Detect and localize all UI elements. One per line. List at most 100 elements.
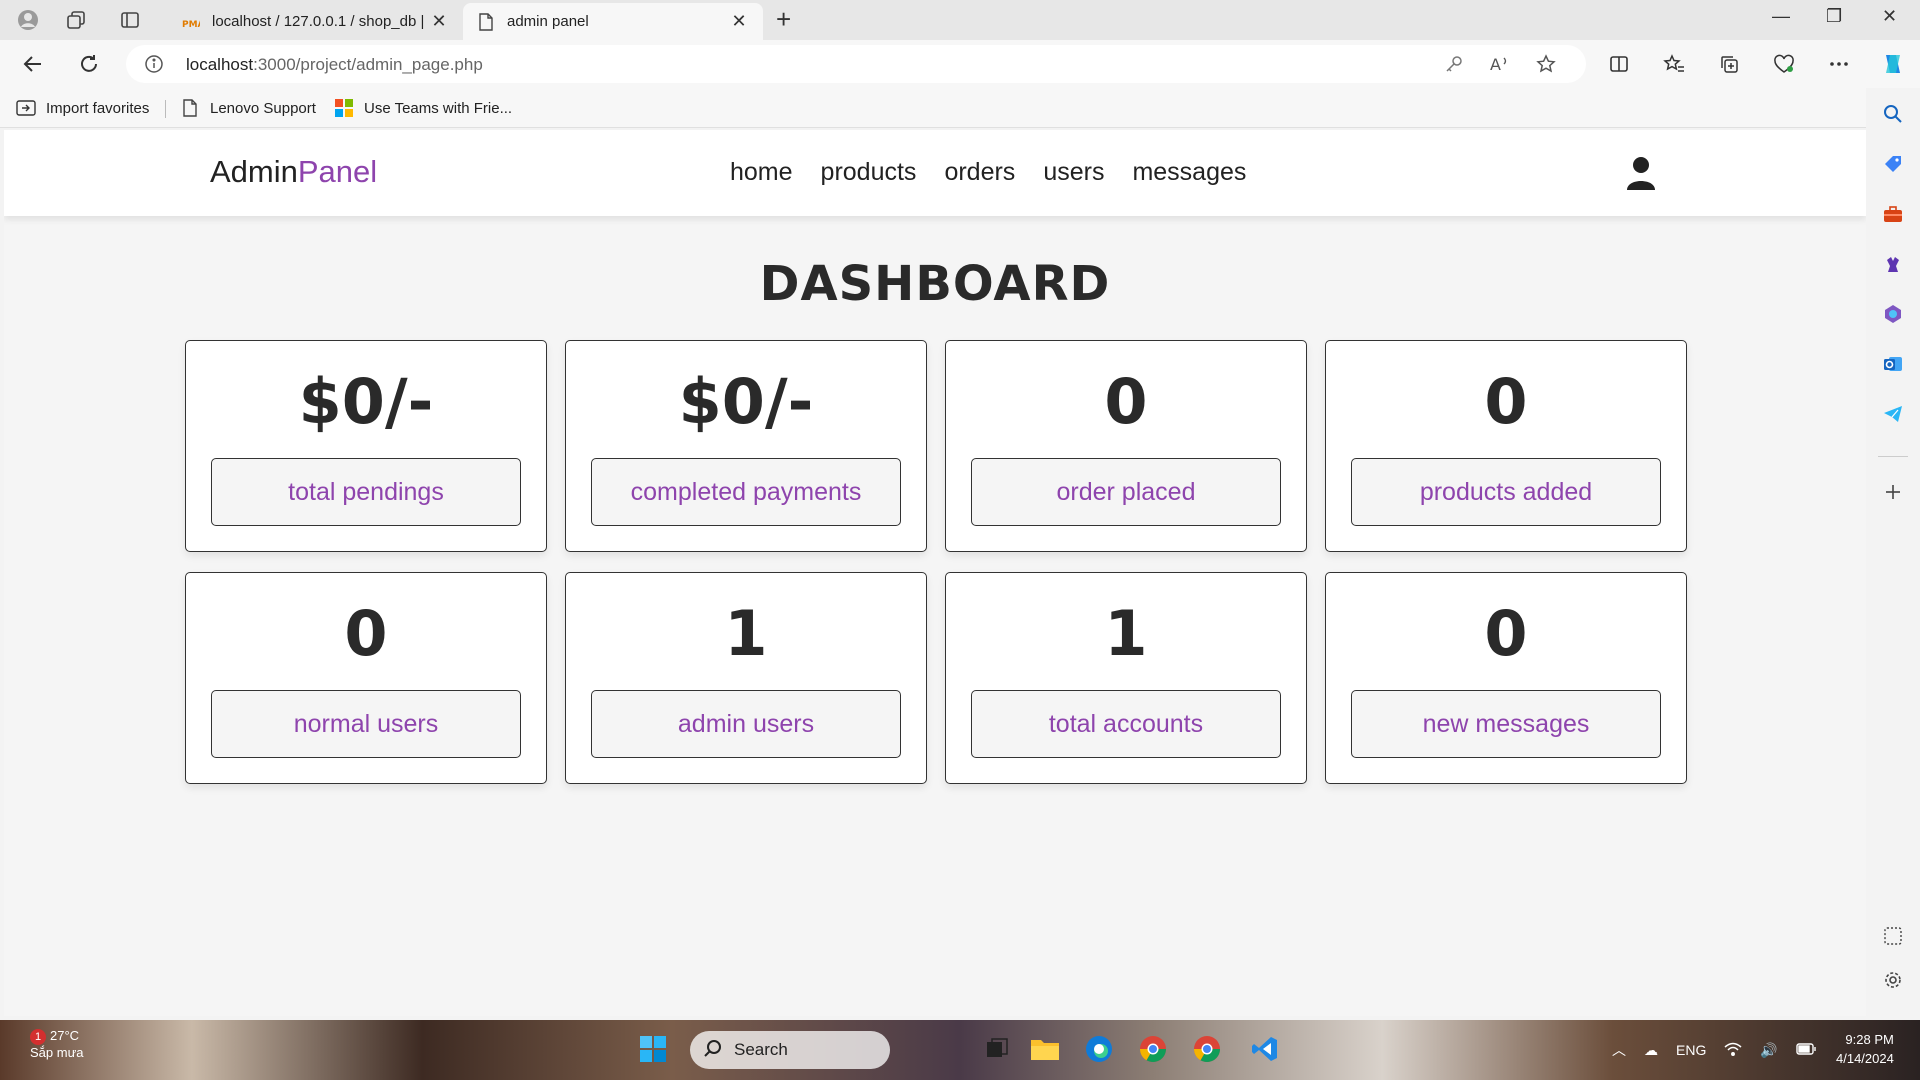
browser-essentials-icon[interactable] xyxy=(1771,51,1797,77)
browser-tab-bar: PMA localhost / 127.0.0.1 / shop_db | ✕ … xyxy=(0,0,1920,40)
nav-orders[interactable]: orders xyxy=(944,158,1015,187)
favorites-icon[interactable] xyxy=(1661,51,1687,77)
new-tab-button[interactable]: + xyxy=(776,6,791,32)
stat-label-button[interactable]: new messages xyxy=(1351,690,1661,758)
edge-browser-icon[interactable] xyxy=(1082,1032,1116,1066)
clock-time: 9:28 PM xyxy=(1845,1032,1894,1047)
edge-sidebar xyxy=(1866,88,1920,1020)
key-icon[interactable] xyxy=(1444,54,1466,76)
refresh-icon[interactable] xyxy=(76,51,102,77)
stat-value: 1 xyxy=(724,597,768,670)
page-icon xyxy=(477,12,495,31)
logo-main: Admin xyxy=(210,154,298,189)
stat-value: 0 xyxy=(344,597,388,670)
minimize-icon[interactable]: — xyxy=(1772,6,1790,27)
battery-icon[interactable] xyxy=(1796,1042,1816,1058)
games-icon[interactable] xyxy=(1881,252,1905,276)
stat-value: $0/- xyxy=(298,365,434,438)
chrome-icon[interactable] xyxy=(1136,1032,1170,1066)
stat-label-button[interactable]: total accounts xyxy=(971,690,1281,758)
url-text: localhost:3000/project/admin_page.php xyxy=(186,55,483,75)
lenovo-support-link[interactable]: Lenovo Support xyxy=(180,98,316,118)
url-field[interactable]: localhost:3000/project/admin_page.php A xyxy=(126,45,1586,83)
stat-value: 0 xyxy=(1484,597,1528,670)
stat-value: 1 xyxy=(1104,597,1148,670)
favorite-label: Use Teams with Frie... xyxy=(364,99,513,117)
page-viewport: AdminPanel home products orders users me… xyxy=(4,130,1866,1016)
stat-label-button[interactable]: total pendings xyxy=(211,458,521,526)
copilot-icon[interactable] xyxy=(1880,51,1906,77)
volume-icon[interactable]: 🔊 xyxy=(1760,1042,1777,1059)
stat-card-products-added: 0 products added xyxy=(1325,340,1687,552)
stat-label-button[interactable]: products added xyxy=(1351,458,1661,526)
stat-card-total-pendings: $0/- total pendings xyxy=(185,340,547,552)
chrome-profile-icon[interactable] xyxy=(1190,1032,1224,1066)
more-menu-icon[interactable] xyxy=(1826,51,1852,77)
page-icon xyxy=(180,98,200,118)
close-icon[interactable]: ✕ xyxy=(729,11,749,32)
stat-label-button[interactable]: admin users xyxy=(591,690,901,758)
logo[interactable]: AdminPanel xyxy=(210,154,377,190)
favorites-divider xyxy=(165,100,166,118)
windows-taskbar: 1 27°C Sắp mưa Search ︿ ☁ ENG 🔊 9:28 PM … xyxy=(0,1020,1920,1080)
task-view-icon[interactable] xyxy=(980,1032,1014,1066)
search-icon[interactable] xyxy=(1881,102,1905,126)
file-explorer-icon[interactable] xyxy=(1028,1032,1062,1066)
collections-icon[interactable] xyxy=(1716,51,1742,77)
windows-start-icon[interactable] xyxy=(636,1032,670,1066)
outlook-icon[interactable] xyxy=(1881,352,1905,376)
nav-users[interactable]: users xyxy=(1043,158,1104,187)
taskbar-clock[interactable]: 9:28 PM 4/14/2024 xyxy=(1836,1030,1894,1068)
read-aloud-icon[interactable]: A xyxy=(1490,54,1512,76)
window-close-icon[interactable]: ✕ xyxy=(1882,6,1897,27)
stat-label-button[interactable]: order placed xyxy=(971,458,1281,526)
favorite-star-icon[interactable] xyxy=(1536,54,1558,76)
taskbar-search[interactable]: Search xyxy=(690,1031,890,1069)
stat-value: 0 xyxy=(1484,365,1528,438)
sidebar-divider xyxy=(1878,456,1908,457)
stat-label-button[interactable]: normal users xyxy=(211,690,521,758)
weather-temp: 27°C xyxy=(50,1028,80,1043)
svg-text:A: A xyxy=(1490,55,1501,74)
url-host: localhost xyxy=(186,55,254,74)
url-path: :3000/project/admin_page.php xyxy=(253,55,483,74)
weather-widget[interactable]: 1 27°C Sắp mưa xyxy=(30,1028,84,1061)
favorite-label: Lenovo Support xyxy=(210,99,316,117)
shopping-tag-icon[interactable] xyxy=(1881,152,1905,176)
close-icon[interactable]: ✕ xyxy=(429,11,449,32)
copilot-side-icon[interactable] xyxy=(1881,302,1905,326)
settings-gear-icon[interactable] xyxy=(1881,968,1905,992)
user-icon[interactable] xyxy=(1626,156,1656,190)
cloud-icon[interactable]: ☁ xyxy=(1644,1042,1658,1059)
nav-home[interactable]: home xyxy=(730,158,793,187)
wifi-icon[interactable] xyxy=(1724,1042,1742,1059)
profile-icon[interactable] xyxy=(16,8,40,32)
tab-admin-panel[interactable]: admin panel ✕ xyxy=(463,3,763,40)
tab-phpmyadmin[interactable]: PMA localhost / 127.0.0.1 / shop_db | ✕ xyxy=(168,3,463,40)
stat-card-admin-users: 1 admin users xyxy=(565,572,927,784)
nav-messages[interactable]: messages xyxy=(1132,158,1246,187)
tab-actions-icon[interactable] xyxy=(118,8,142,32)
workspaces-icon[interactable] xyxy=(64,8,88,32)
screenshot-icon[interactable] xyxy=(1881,924,1905,948)
favorite-label: Import favorites xyxy=(46,99,150,117)
address-bar-row: localhost:3000/project/admin_page.php A xyxy=(0,40,1920,88)
restore-icon[interactable]: ❐ xyxy=(1826,6,1842,27)
add-icon[interactable] xyxy=(1881,480,1905,504)
language-indicator[interactable]: ENG xyxy=(1676,1042,1706,1058)
tab-title: localhost / 127.0.0.1 / shop_db | xyxy=(212,13,425,30)
site-info-icon[interactable] xyxy=(144,54,164,79)
toolbox-icon[interactable] xyxy=(1881,202,1905,226)
stat-label-button[interactable]: completed payments xyxy=(591,458,901,526)
vscode-icon[interactable] xyxy=(1248,1032,1282,1066)
telegram-icon[interactable] xyxy=(1881,402,1905,426)
clock-date: 4/14/2024 xyxy=(1836,1051,1894,1066)
stat-value: 0 xyxy=(1104,365,1148,438)
import-favorites-link[interactable]: Import favorites xyxy=(16,98,149,118)
teams-link[interactable]: Use Teams with Frie... xyxy=(334,98,512,118)
nav-products[interactable]: products xyxy=(821,158,917,187)
chevron-up-icon[interactable]: ︿ xyxy=(1612,1040,1626,1060)
back-icon[interactable] xyxy=(20,51,46,77)
split-screen-icon[interactable] xyxy=(1606,51,1632,77)
weather-badge: 1 xyxy=(30,1029,46,1045)
